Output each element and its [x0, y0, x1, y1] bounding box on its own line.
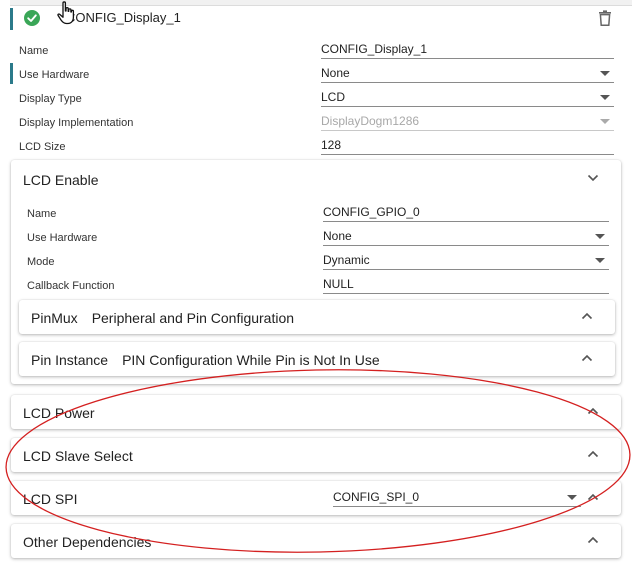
chevron-up-icon[interactable]: [587, 407, 599, 415]
modified-indicator: [10, 63, 13, 84]
field-value: CONFIG_Display_1: [321, 42, 428, 56]
use-hardware-row: Use Hardware None: [19, 64, 614, 86]
hand-cursor-icon: [57, 1, 75, 25]
lcd-slave-select-section[interactable]: LCD Slave Select: [11, 438, 621, 472]
dropdown-arrow-icon: [567, 495, 577, 500]
display-implementation-select: DisplayDogm1286: [321, 112, 614, 131]
field-label: Callback Function: [27, 280, 115, 292]
section-title: LCD Slave Select: [23, 448, 133, 464]
field-label: LCD Size: [19, 141, 66, 153]
field-label: Name: [19, 45, 49, 57]
field-value: Dynamic: [323, 253, 370, 267]
field-label: Display Type: [19, 93, 82, 105]
display-name-input[interactable]: CONFIG_Display_1: [321, 40, 614, 59]
chevron-up-icon[interactable]: [587, 450, 599, 458]
display-instance-title: CONFIG_Display_1: [66, 10, 181, 25]
gpio-name-row: Name CONFIG_GPIO_0: [27, 203, 609, 225]
field-value: NULL: [323, 277, 354, 291]
dropdown-arrow-icon: [600, 119, 610, 124]
display-type-row: Display Type LCD: [19, 88, 614, 110]
gpio-name-input[interactable]: CONFIG_GPIO_0: [323, 203, 609, 222]
gpio-callback-input[interactable]: NULL: [323, 275, 609, 294]
gpio-callback-row: Callback Function NULL: [27, 275, 609, 297]
pin-instance-subsection[interactable]: Pin Instance PIN Configuration While Pin …: [19, 342, 615, 376]
lcd-size-input[interactable]: 128: [321, 136, 614, 155]
use-hardware-select[interactable]: None: [321, 64, 614, 83]
display-implementation-row: Display Implementation DisplayDogm1286: [19, 112, 614, 134]
lcd-power-section[interactable]: LCD Power: [11, 395, 621, 429]
field-value: CONFIG_SPI_0: [333, 490, 420, 504]
field-label: Display Implementation: [19, 117, 134, 129]
field-label: Use Hardware: [27, 232, 98, 244]
gpio-use-hardware-row: Use Hardware None: [27, 227, 609, 249]
display-instance-header[interactable]: CONFIG_Display_1: [10, 1, 622, 32]
section-title: LCD SPI: [23, 491, 78, 507]
gpio-mode-select[interactable]: Dynamic: [323, 251, 609, 270]
lcd-size-row: LCD Size 128: [19, 136, 614, 158]
display-type-select[interactable]: LCD: [321, 88, 614, 107]
lcd-spi-select-row: CONFIG_SPI_0: [333, 488, 581, 510]
section-title[interactable]: LCD Enable: [23, 172, 99, 188]
lcd-spi-section[interactable]: LCD SPI CONFIG_SPI_0: [11, 481, 621, 515]
field-value: LCD: [321, 90, 346, 104]
dropdown-arrow-icon: [600, 71, 610, 76]
field-label: Name: [27, 208, 57, 220]
field-value: None: [321, 66, 350, 80]
gpio-mode-row: Mode Dynamic: [27, 251, 609, 273]
field-label: Use Hardware: [19, 69, 90, 81]
chevron-down-icon[interactable]: [587, 174, 599, 182]
dropdown-arrow-icon: [600, 95, 610, 100]
chevron-up-icon[interactable]: [587, 493, 599, 501]
gpio-use-hardware-select[interactable]: None: [323, 227, 609, 246]
field-value: 128: [321, 138, 342, 152]
section-title: Other Dependencies: [23, 534, 152, 550]
field-value: None: [323, 229, 352, 243]
check-circle-icon: [24, 10, 40, 26]
dropdown-arrow-icon: [595, 258, 605, 263]
selection-accent-bar: [10, 8, 13, 30]
section-title: LCD Power: [23, 405, 95, 421]
chevron-up-icon[interactable]: [581, 354, 593, 362]
pinmux-subsection[interactable]: PinMux Peripheral and Pin Configuration: [19, 300, 615, 334]
subsection-title: PinMux Peripheral and Pin Configuration: [31, 310, 295, 326]
display-name-row: Name CONFIG_Display_1: [19, 40, 614, 62]
field-value: CONFIG_GPIO_0: [323, 205, 420, 219]
lcd-enable-section: LCD Enable Name CONFIG_GPIO_0 Use Hardwa…: [11, 160, 621, 384]
field-label: Mode: [27, 256, 55, 268]
chevron-up-icon[interactable]: [581, 312, 593, 320]
lcd-spi-select[interactable]: CONFIG_SPI_0: [333, 488, 581, 507]
field-value: DisplayDogm1286: [321, 114, 420, 128]
delete-icon[interactable]: [598, 10, 612, 26]
chevron-up-icon[interactable]: [587, 536, 599, 544]
dropdown-arrow-icon: [595, 234, 605, 239]
other-dependencies-section[interactable]: Other Dependencies: [11, 524, 621, 558]
subsection-title: Pin Instance PIN Configuration While Pin …: [31, 352, 380, 368]
